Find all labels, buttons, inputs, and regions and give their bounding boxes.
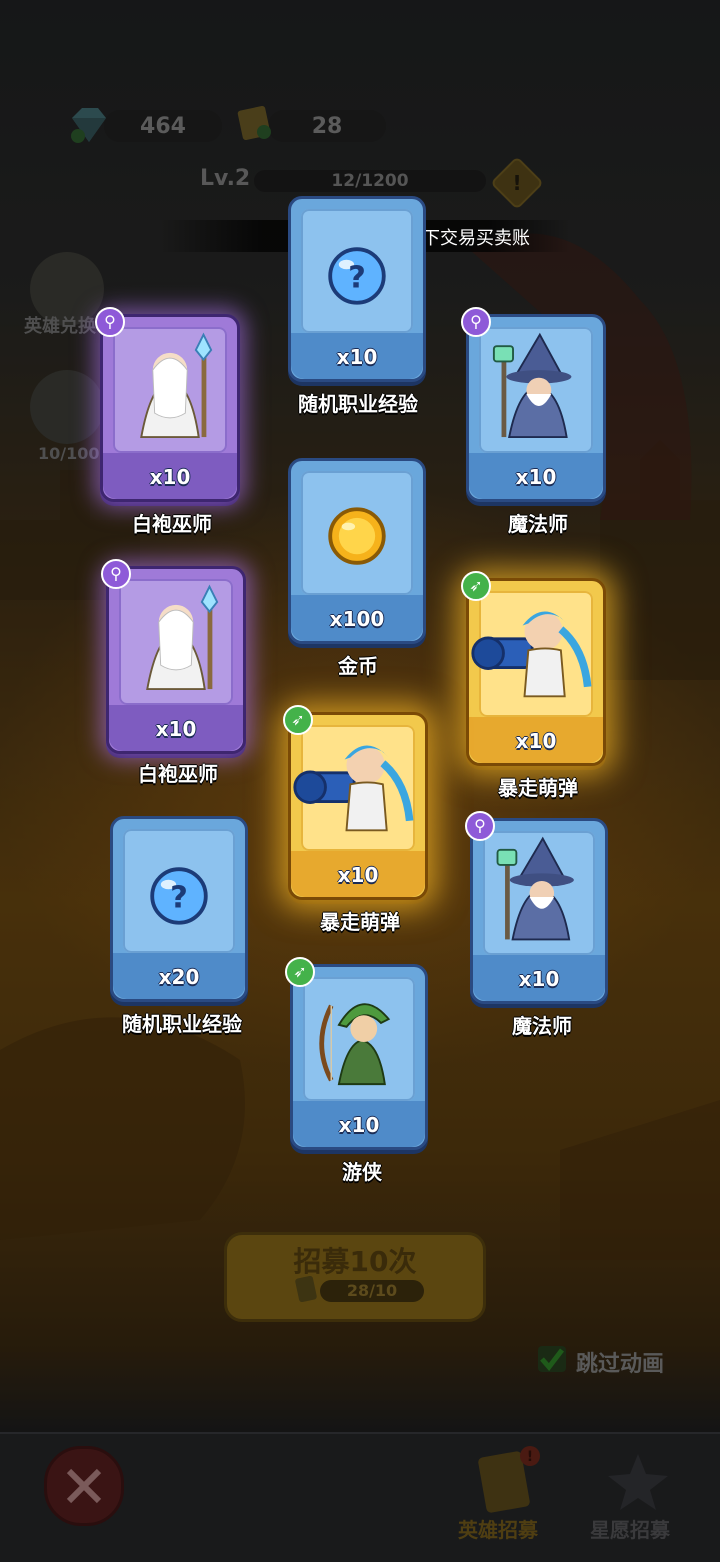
- blue-wizard-icon: [496, 836, 574, 941]
- reward-card[interactable]: ⚲ x10: [465, 811, 608, 1004]
- card-quantity: x10: [155, 717, 197, 741]
- star-wish-icon: [608, 1454, 668, 1510]
- reward-card[interactable]: ⚲ x10: [461, 307, 606, 502]
- gold-coin-icon: [328, 507, 386, 565]
- tab-star-recruit[interactable]: [600, 1448, 676, 1514]
- card-name: 白袍巫师: [138, 762, 218, 786]
- card-name: 魔法师: [512, 1014, 572, 1038]
- card-quantity: x10: [338, 1113, 380, 1137]
- close-button[interactable]: [44, 1446, 124, 1526]
- card-name: 金币: [338, 654, 378, 678]
- archer-class-badge: ➶: [461, 571, 491, 601]
- card-quantity: x10: [336, 345, 378, 369]
- card-quantity: x10: [149, 465, 191, 489]
- reward-card[interactable]: ➶ x10: [461, 571, 606, 766]
- cannon-hero-icon: [471, 611, 592, 698]
- archer-class-badge: ➶: [283, 705, 313, 735]
- card-name: 白袍巫师: [132, 512, 212, 536]
- xp-text: 12/1200: [331, 171, 409, 191]
- card-quantity: x100: [329, 607, 385, 631]
- mage-class-badge: ⚲: [101, 559, 131, 589]
- reward-card[interactable]: ? x20: [110, 816, 248, 1002]
- gem-counter: 464: [104, 110, 222, 142]
- card-quantity: x10: [518, 967, 560, 991]
- card-name: 游侠: [342, 1160, 382, 1184]
- card-quantity: x10: [337, 863, 379, 887]
- ranger-icon: [319, 1003, 391, 1086]
- star-progress: 10/100: [38, 444, 100, 463]
- svg-text:?: ?: [348, 260, 366, 295]
- reward-card[interactable]: ⚲ x10: [95, 307, 240, 502]
- blue-wizard-icon: [492, 332, 572, 439]
- skip-animation-checkbox[interactable]: [538, 1346, 566, 1372]
- card-quantity: x10: [515, 465, 557, 489]
- skip-animation-label: 跳过动画: [576, 1352, 665, 1377]
- card-name: 暴走萌弹: [498, 776, 578, 800]
- mage-class-badge: ⚲: [465, 811, 495, 841]
- reward-card[interactable]: ? x10: [288, 196, 426, 382]
- ticket-count: 28: [311, 113, 343, 139]
- svg-text:!: !: [527, 1449, 533, 1465]
- archer-class-badge: ➶: [285, 957, 315, 987]
- hero-exchange-label: 英雄兑换: [24, 316, 96, 337]
- tab-hero-recruit[interactable]: !: [468, 1446, 544, 1516]
- hero-card-icon: !: [478, 1446, 540, 1513]
- checkmark-icon: [540, 1348, 564, 1371]
- card-quantity: x20: [158, 965, 200, 989]
- card-name: 魔法师: [508, 512, 568, 536]
- reward-card[interactable]: ⚲ x10: [101, 559, 246, 754]
- card-quantity: x10: [515, 729, 557, 753]
- player-level: Lv.2: [200, 166, 251, 191]
- tab-star-recruit-label: 星愿招募: [590, 1518, 670, 1542]
- svg-text:?: ?: [170, 880, 188, 915]
- ticket-icon: [237, 105, 271, 141]
- crossed-swords-icon: [66, 1468, 102, 1504]
- ticket-counter: 28: [268, 110, 386, 142]
- card-name: 随机职业经验: [122, 1012, 242, 1036]
- white-wizard-icon: [140, 332, 213, 439]
- card-name: 随机职业经验: [298, 392, 418, 416]
- gem-icon: [71, 108, 106, 143]
- white-wizard-icon: [146, 584, 219, 691]
- reward-card[interactable]: x100: [288, 458, 426, 644]
- reward-card[interactable]: ➶ x10: [283, 705, 428, 900]
- recruit-10-label: 招募10次: [293, 1245, 417, 1278]
- question-orb-icon: ?: [328, 247, 386, 305]
- xp-bar: 12/1200: [254, 170, 486, 192]
- gem-count: 464: [140, 113, 186, 139]
- cannon-hero-icon: [293, 745, 414, 832]
- star-button[interactable]: [30, 370, 104, 444]
- card-name: 暴走萌弹: [320, 910, 400, 934]
- question-orb-icon: ?: [150, 867, 208, 925]
- reward-card[interactable]: ➶ x10: [285, 957, 428, 1150]
- mage-class-badge: ⚲: [95, 307, 125, 337]
- recruit-ticket-count: 28/10: [320, 1280, 424, 1302]
- recruit-ticket-icon: [295, 1275, 317, 1303]
- mage-class-badge: ⚲: [461, 307, 491, 337]
- tab-hero-recruit-label: 英雄招募: [458, 1518, 538, 1542]
